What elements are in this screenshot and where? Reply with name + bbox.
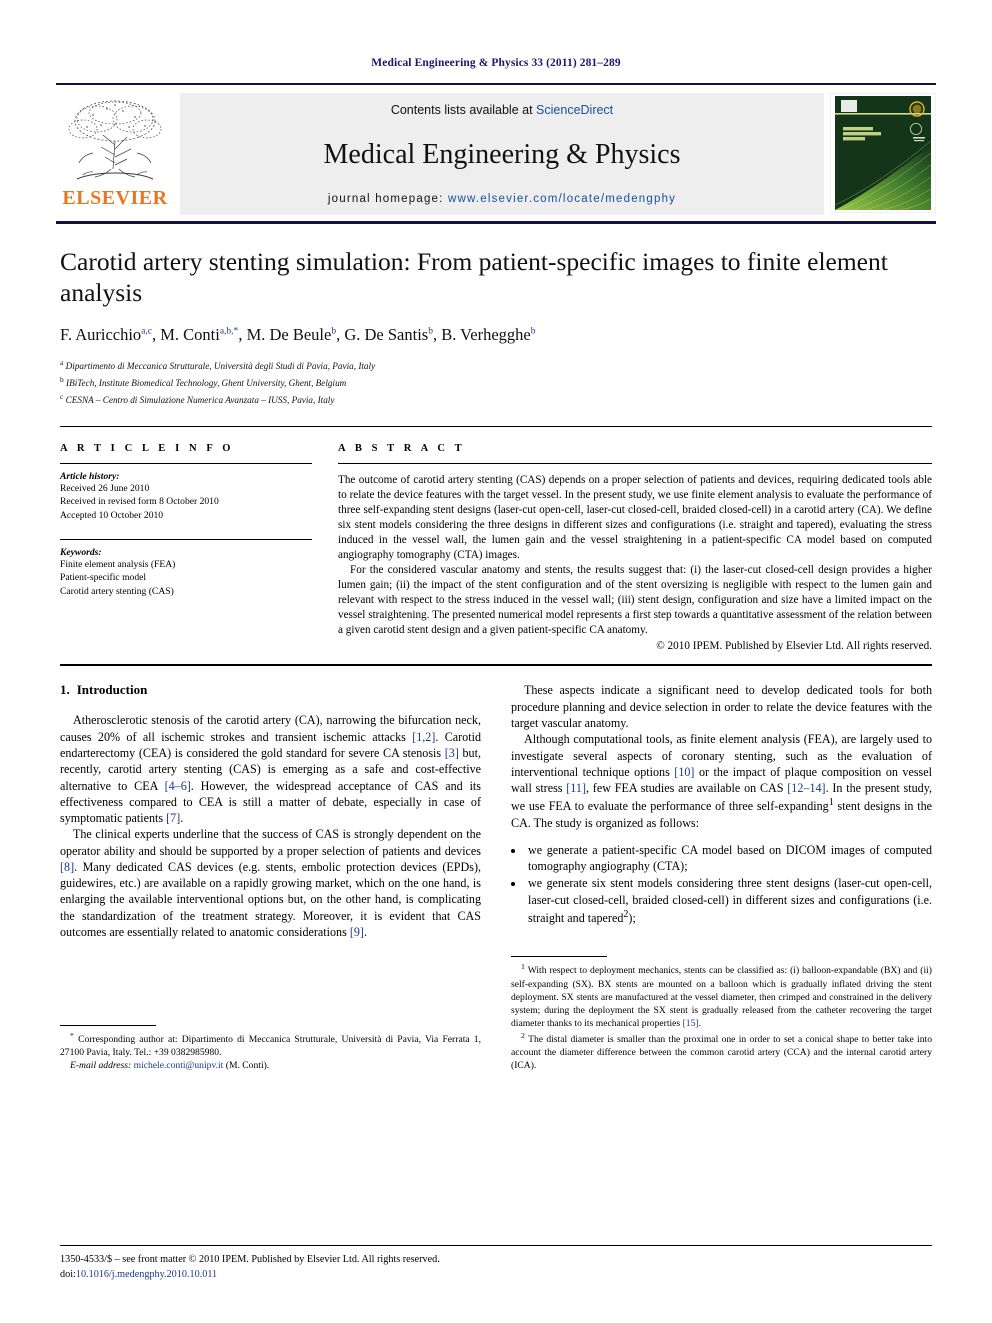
affiliation-marker: c (60, 391, 64, 401)
journal-cover-thumbnail (829, 92, 937, 215)
keyword-item: Carotid artery stenting (CAS) (60, 585, 174, 597)
sciencedirect-link[interactable]: ScienceDirect (536, 103, 613, 117)
footnote-item: 2 The distal diameter is smaller than th… (511, 1031, 932, 1073)
doi-prefix: doi: (60, 1269, 76, 1281)
body-paragraph: Although computational tools, as finite … (511, 732, 932, 830)
divider (60, 462, 312, 464)
abstract-paragraph: The outcome of carotid artery stenting (… (338, 473, 932, 562)
journal-article-page: Medical Engineering & Physics 33 (2011) … (0, 0, 992, 1323)
corresponding-author-text: Corresponding author at: Dipartimento di… (60, 1033, 481, 1059)
footnote-text: The distal diameter is smaller than the … (511, 1033, 932, 1072)
footnote-marker: 1 (521, 962, 525, 972)
abstract-heading: A B S T R A C T (338, 442, 466, 454)
journal-title: Medical Engineering & Physics (323, 139, 681, 170)
body-paragraph: The clinical experts underline that the … (60, 827, 481, 939)
affiliation-text: IBiTech, Institute Biomedical Technology… (66, 378, 347, 389)
affiliation-marker: a (60, 358, 64, 368)
list-item: we generate a patient-specific CA model … (525, 842, 932, 875)
affiliation-marker: b (60, 375, 64, 385)
section-title: Introduction (76, 682, 148, 698)
affiliation-text: CESNA – Centro di Simulazione Numerica A… (65, 395, 335, 405)
title-block: Carotid artery stenting simulation: From… (60, 246, 932, 408)
body-paragraph: These aspects indicate a significant nee… (511, 683, 932, 731)
divider (60, 538, 312, 540)
band-bottom-rule (60, 664, 932, 667)
affiliation-item: a Dipartimento di Meccanica Strutturale,… (60, 357, 932, 374)
left-footnote-zone: * Corresponding author at: Dipartimento … (60, 1024, 481, 1073)
article-info-column: A R T I C L E I N F O Article history: R… (60, 443, 312, 653)
footnote-item: 1 With respect to deployment mechanics, … (511, 962, 932, 1030)
cover-image (829, 92, 937, 214)
keywords-label: Keywords: (60, 546, 102, 558)
body-columns: 1. Introduction Atherosclerotic stenosis … (60, 682, 932, 1072)
journal-masthead: ELSEVIER Contents lists available at Sci… (56, 83, 937, 215)
issn-copyright-line: 1350-4533/$ – see front matter © 2010 IP… (60, 1254, 440, 1266)
elsevier-logo: ELSEVIER (56, 93, 174, 215)
footnote-marker: 2 (521, 1030, 525, 1040)
section-heading-introduction: 1. Introduction (60, 682, 481, 698)
article-history-item: Received 26 June 2010 (60, 482, 150, 494)
article-history-item: Accepted 10 October 2010 (60, 510, 164, 522)
divider (338, 462, 932, 464)
abstract-column: A B S T R A C T The outcome of carotid a… (338, 442, 932, 653)
footnote-rule (60, 1024, 156, 1026)
left-column: 1. Introduction Atherosclerotic stenosis … (60, 682, 481, 1072)
elsevier-tree-icon (68, 100, 162, 180)
homepage-url-link[interactable]: www.elsevier.com/locate/medengphy (448, 193, 676, 205)
email-link[interactable]: michele.conti@unipv.it (134, 1060, 224, 1071)
article-info-heading: A R T I C L E I N F O (60, 442, 235, 454)
asterisk-marker: * (70, 1030, 74, 1040)
doi-link[interactable]: 10.1016/j.medengphy.2010.10.011 (76, 1269, 217, 1280)
info-abstract-band: A R T I C L E I N F O Article history: R… (60, 425, 932, 653)
page-footer: 1350-4533/$ – see front matter © 2010 IP… (60, 1245, 932, 1283)
doi-line: doi:10.1016/j.medengphy.2010.10.011 (60, 1268, 932, 1283)
email-owner: (M. Conti). (225, 1060, 270, 1072)
email-note: E-mail address: michele.conti@unipv.it (… (60, 1059, 481, 1072)
footnote-text: With respect to deployment mechanics, st… (511, 965, 932, 1030)
elsevier-wordmark: ELSEVIER (62, 187, 168, 209)
contents-banner: Contents lists available at ScienceDirec… (180, 93, 824, 215)
affiliation-text: Dipartimento di Meccanica Strutturale, U… (65, 361, 376, 372)
footnote-rule (511, 956, 607, 958)
running-head: Medical Engineering & Physics 33 (2011) … (371, 57, 621, 69)
abstract-paragraph: For the considered vascular anatomy and … (338, 564, 932, 637)
body-paragraph: Atherosclerotic stenosis of the carotid … (60, 713, 482, 826)
list-item: we generate six stent models considering… (525, 875, 932, 926)
masthead-bottom-rule (56, 221, 936, 224)
study-outline-list: we generate a patient-specific CA model … (511, 842, 932, 926)
affiliation-item: b IBiTech, Institute Biomedical Technolo… (60, 374, 932, 391)
contents-available-line: Contents lists available at ScienceDirec… (391, 103, 613, 117)
article-history-label: Article history: (60, 470, 120, 482)
affiliation-list: a Dipartimento di Meccanica Strutturale,… (60, 357, 932, 408)
page-title: Carotid artery stenting simulation: From… (60, 247, 888, 308)
homepage-prefix: journal homepage: (327, 193, 444, 205)
keyword-item: Finite element analysis (FEA) (60, 558, 176, 570)
right-column: These aspects indicate a significant nee… (511, 682, 932, 1072)
contents-prefix: Contents lists available at (390, 103, 533, 117)
journal-homepage-line: journal homepage: www.elsevier.com/locat… (328, 193, 676, 205)
affiliation-item: c CESNA – Centro di Simulazione Numerica… (60, 391, 932, 408)
abstract-copyright: © 2010 IPEM. Published by Elsevier Ltd. … (656, 640, 932, 653)
keyword-item: Patient-specific model (60, 572, 147, 584)
corresponding-author-note: * Corresponding author at: Dipartimento … (60, 1031, 481, 1060)
section-number: 1. (60, 682, 70, 698)
article-history-item: Received in revised form 8 October 2010 (60, 496, 219, 508)
author-list: F. Auricchioa,c, M. Contia,b,*, M. De Be… (60, 325, 536, 345)
right-footnote-zone: 1 With respect to deployment mechanics, … (511, 956, 932, 1072)
email-label: E-mail address: (70, 1060, 132, 1072)
